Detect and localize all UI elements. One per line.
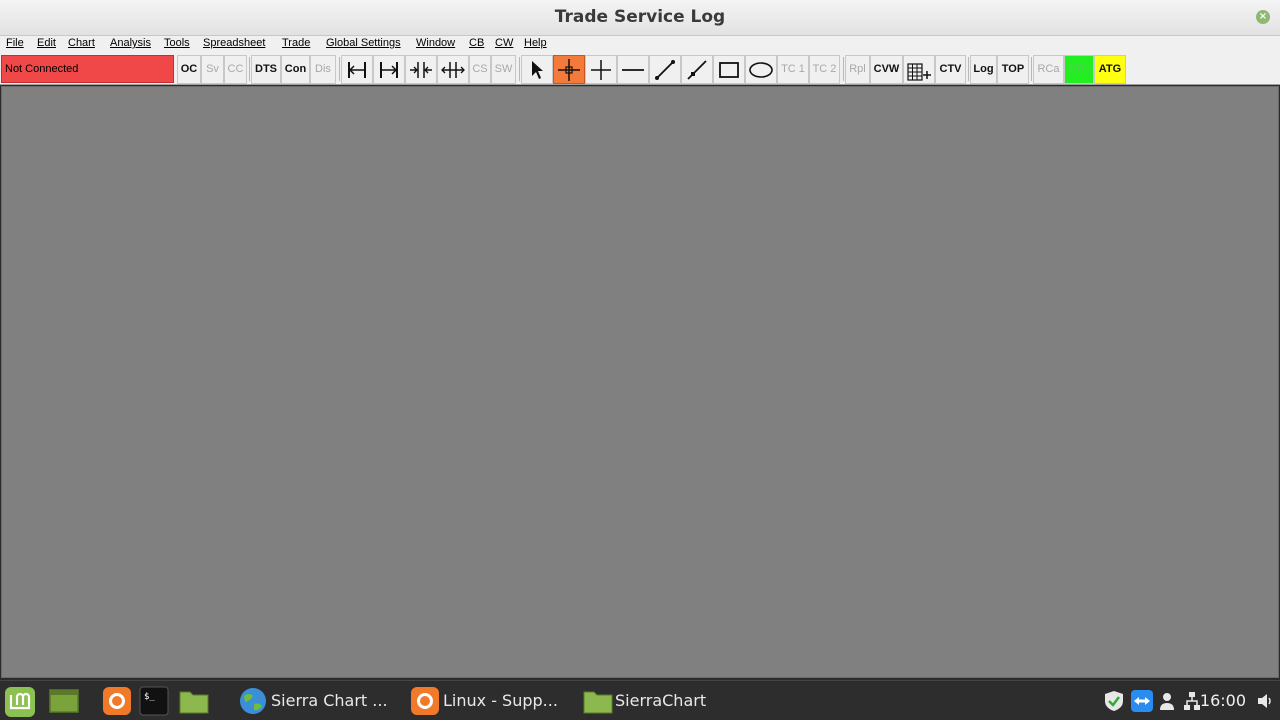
connection-status-label: Not Connected — [5, 63, 79, 75]
toolbar-separator — [1031, 57, 1032, 81]
close-icon[interactable]: × — [1256, 10, 1270, 24]
toolbar: Not Connected OC Sv CC DTS Con Dis CS SW — [0, 52, 1280, 85]
firefox-icon[interactable] — [102, 686, 132, 716]
rca-button[interactable]: RCa — [1033, 55, 1064, 84]
menu-bar: File Edit Chart Analysis Tools Spreadshe… — [0, 36, 1280, 52]
clock[interactable]: 16:00 — [1200, 691, 1246, 710]
window-title: Trade Service Log — [554, 7, 726, 27]
show-desktop-icon[interactable] — [48, 686, 79, 716]
atg-button[interactable]: ATG — [1094, 55, 1126, 84]
menu-spreadsheet[interactable]: Spreadsheet — [203, 37, 265, 49]
task-sierrachart-folder[interactable]: SierraChart — [578, 681, 728, 720]
zoom-out-icon[interactable] — [437, 55, 469, 84]
menu-edit[interactable]: Edit — [37, 37, 56, 49]
crosshair-icon[interactable] — [553, 55, 585, 84]
network-icon[interactable] — [1183, 691, 1201, 711]
top-button[interactable]: TOP — [997, 55, 1029, 84]
terminal-icon[interactable]: $_ — [139, 686, 169, 716]
dts-button[interactable]: DTS — [251, 55, 281, 84]
rpl-button[interactable]: Rpl — [845, 55, 870, 84]
horizontal-line-icon[interactable] — [617, 55, 649, 84]
cc-button[interactable]: CC — [224, 55, 247, 84]
menu-window[interactable]: Window — [416, 37, 455, 49]
cs-button[interactable]: CS — [469, 55, 491, 84]
work-area[interactable] — [1, 86, 1279, 678]
table-icon[interactable] — [903, 55, 935, 84]
menu-help[interactable]: Help — [524, 37, 547, 49]
tc2-button[interactable]: TC 2 — [809, 55, 840, 84]
ellipse-tool-icon[interactable] — [745, 55, 777, 84]
menu-tools[interactable]: Tools — [164, 37, 190, 49]
taskbar: $_ Sierra Chart ... Linux - Supp... Sier… — [0, 680, 1280, 720]
menu-cw[interactable]: CW — [495, 37, 513, 49]
sv-button[interactable]: Sv — [201, 55, 224, 84]
log-button[interactable]: Log — [970, 55, 997, 84]
toolbar-separator — [968, 57, 969, 81]
toolbar-separator — [339, 57, 340, 81]
ray-tool-icon[interactable] — [681, 55, 713, 84]
teamviewer-icon[interactable] — [1130, 689, 1154, 713]
task-linux-support[interactable]: Linux - Supp... — [406, 681, 566, 720]
pointer-icon[interactable] — [521, 55, 553, 84]
user-icon[interactable] — [1159, 691, 1175, 711]
mint-menu-icon[interactable] — [4, 686, 35, 717]
cvw-button[interactable]: CVW — [870, 55, 903, 84]
rectangle-tool-icon[interactable] — [713, 55, 745, 84]
con-button[interactable]: Con — [281, 55, 310, 84]
toolbar-separator — [843, 57, 844, 81]
menu-global-settings[interactable]: Global Settings — [326, 37, 401, 49]
title-bar: Trade Service Log × — [0, 0, 1280, 36]
svg-text:$_: $_ — [144, 692, 155, 702]
task-label: Sierra Chart ... — [271, 691, 388, 710]
atc-button[interactable]: ATC — [1064, 55, 1094, 84]
dis-button[interactable]: Dis — [310, 55, 336, 84]
firefox-icon — [411, 687, 439, 715]
menu-trade[interactable]: Trade — [282, 37, 310, 49]
oc-button[interactable]: OC — [177, 55, 201, 84]
line-tool-icon[interactable] — [649, 55, 681, 84]
volume-icon[interactable] — [1257, 691, 1275, 711]
zoom-in-icon[interactable] — [405, 55, 437, 84]
menu-file[interactable]: File — [6, 37, 24, 49]
menu-cb[interactable]: CB — [469, 37, 484, 49]
task-label: Linux - Supp... — [443, 691, 558, 710]
menu-chart[interactable]: Chart — [68, 37, 95, 49]
task-label: SierraChart — [615, 691, 707, 710]
ctv-button[interactable]: CTV — [935, 55, 966, 84]
menu-analysis[interactable]: Analysis — [110, 37, 151, 49]
toolbar-separator — [519, 57, 520, 81]
globe-icon — [240, 688, 266, 714]
toolbar-separator — [249, 57, 250, 81]
tc1-button[interactable]: TC 1 — [777, 55, 809, 84]
sw-button[interactable]: SW — [491, 55, 516, 84]
scroll-left-icon[interactable] — [341, 55, 373, 84]
folder-icon — [583, 691, 613, 714]
scroll-right-icon[interactable] — [373, 55, 405, 84]
files-icon[interactable] — [178, 686, 209, 716]
cross-cursor-icon[interactable] — [585, 55, 617, 84]
shield-icon[interactable] — [1103, 690, 1125, 712]
task-sierra-chart[interactable]: Sierra Chart ... — [234, 681, 394, 720]
connection-status[interactable]: Not Connected — [1, 55, 174, 83]
